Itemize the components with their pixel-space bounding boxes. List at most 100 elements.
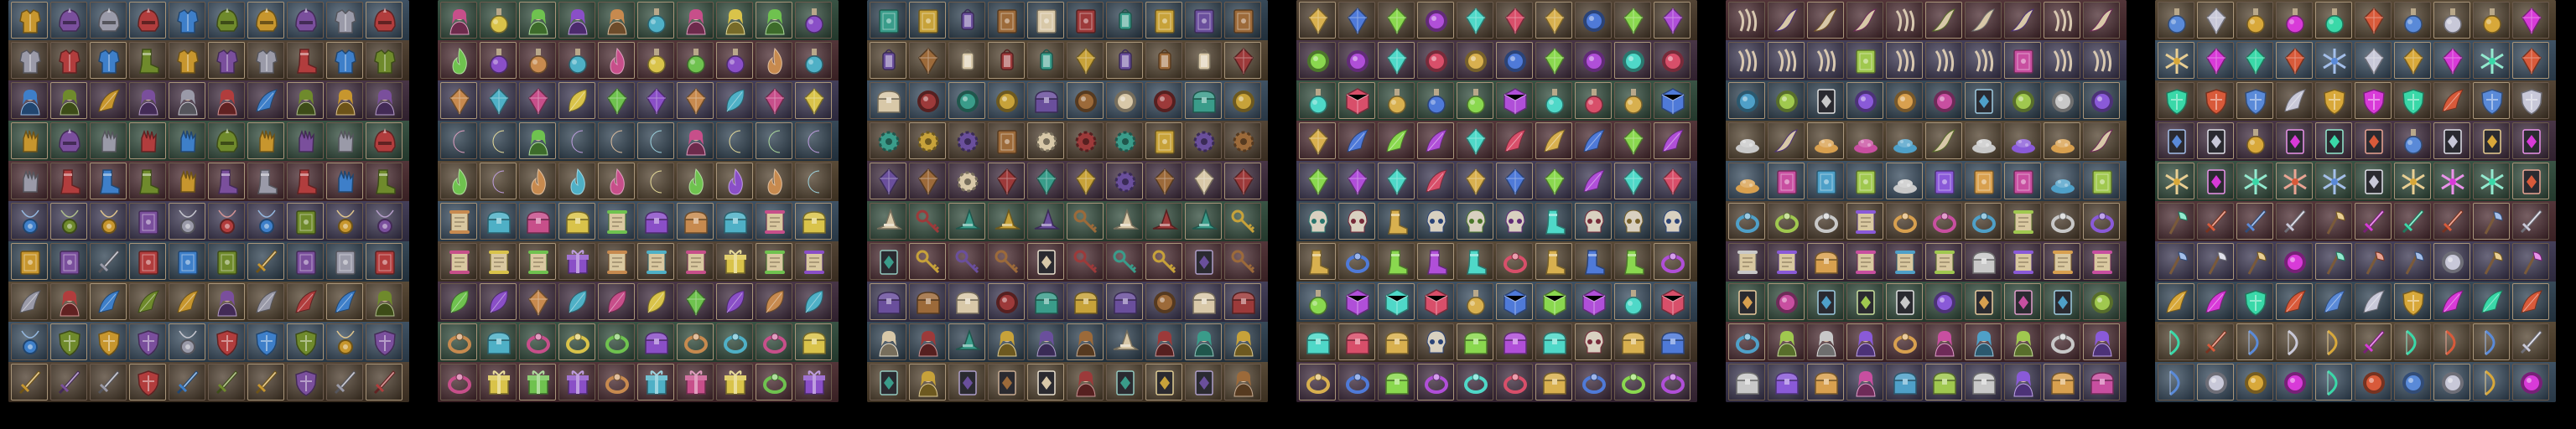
item-slot[interactable] xyxy=(326,283,363,320)
item-slot[interactable] xyxy=(988,364,1025,401)
item-slot[interactable] xyxy=(2355,122,2392,159)
item-slot[interactable] xyxy=(988,323,1025,360)
item-slot[interactable] xyxy=(1535,323,1572,360)
item-slot[interactable] xyxy=(1145,163,1182,199)
item-slot[interactable] xyxy=(677,323,714,360)
item-slot[interactable] xyxy=(1224,364,1261,401)
item-slot[interactable] xyxy=(90,364,127,401)
item-slot[interactable] xyxy=(129,203,166,240)
item-slot[interactable] xyxy=(1614,323,1651,360)
item-slot[interactable] xyxy=(1067,82,1104,119)
item-slot[interactable] xyxy=(716,82,753,119)
item-slot[interactable] xyxy=(440,82,477,119)
item-slot[interactable] xyxy=(247,82,284,119)
item-slot[interactable] xyxy=(870,243,906,280)
item-slot[interactable] xyxy=(1067,364,1104,401)
item-slot[interactable] xyxy=(2004,364,2041,401)
item-slot[interactable] xyxy=(1535,82,1572,119)
item-slot[interactable] xyxy=(2355,364,2392,401)
item-slot[interactable] xyxy=(1145,323,1182,360)
item-slot[interactable] xyxy=(2315,82,2352,119)
item-slot[interactable] xyxy=(129,323,166,360)
item-slot[interactable] xyxy=(1027,82,1064,119)
item-slot[interactable] xyxy=(287,42,324,79)
item-slot[interactable] xyxy=(2276,203,2313,240)
item-slot[interactable] xyxy=(1575,243,1612,280)
item-slot[interactable] xyxy=(1106,283,1143,320)
item-slot[interactable] xyxy=(129,122,166,159)
item-slot[interactable] xyxy=(1106,243,1143,280)
item-slot[interactable] xyxy=(558,42,595,79)
item-slot[interactable] xyxy=(1965,203,2002,240)
item-slot[interactable] xyxy=(909,283,946,320)
item-slot[interactable] xyxy=(1417,243,1454,280)
item-slot[interactable] xyxy=(1654,323,1690,360)
item-slot[interactable] xyxy=(1185,42,1222,79)
item-slot[interactable] xyxy=(1886,243,1923,280)
item-slot[interactable] xyxy=(247,203,284,240)
item-slot[interactable] xyxy=(2394,2,2431,39)
item-slot[interactable] xyxy=(2394,42,2431,79)
item-slot[interactable] xyxy=(1575,364,1612,401)
item-slot[interactable] xyxy=(2004,323,2041,360)
item-slot[interactable] xyxy=(2004,163,2041,199)
item-slot[interactable] xyxy=(2236,323,2273,360)
item-slot[interactable] xyxy=(2315,42,2352,79)
item-slot[interactable] xyxy=(1886,122,1923,159)
item-slot[interactable] xyxy=(2044,323,2080,360)
item-slot[interactable] xyxy=(1417,203,1454,240)
item-slot[interactable] xyxy=(208,203,245,240)
item-slot[interactable] xyxy=(1846,283,1883,320)
item-slot[interactable] xyxy=(1925,203,1962,240)
item-slot[interactable] xyxy=(1654,82,1690,119)
item-slot[interactable] xyxy=(1145,122,1182,159)
item-slot[interactable] xyxy=(50,122,87,159)
item-slot[interactable] xyxy=(948,122,985,159)
item-slot[interactable] xyxy=(909,243,946,280)
item-slot[interactable] xyxy=(1106,42,1143,79)
item-slot[interactable] xyxy=(1535,2,1572,39)
item-slot[interactable] xyxy=(2512,243,2549,280)
item-slot[interactable] xyxy=(519,2,556,39)
item-slot[interactable] xyxy=(1575,42,1612,79)
item-slot[interactable] xyxy=(1614,203,1651,240)
item-slot[interactable] xyxy=(1338,323,1375,360)
item-slot[interactable] xyxy=(637,203,674,240)
item-slot[interactable] xyxy=(1417,364,1454,401)
item-slot[interactable] xyxy=(1886,2,1923,39)
item-slot[interactable] xyxy=(11,203,48,240)
item-slot[interactable] xyxy=(50,243,87,280)
item-slot[interactable] xyxy=(1417,42,1454,79)
item-slot[interactable] xyxy=(2083,82,2120,119)
item-slot[interactable] xyxy=(2512,42,2549,79)
item-slot[interactable] xyxy=(2276,163,2313,199)
item-slot[interactable] xyxy=(1925,364,1962,401)
item-slot[interactable] xyxy=(2355,2,2392,39)
item-slot[interactable] xyxy=(1457,163,1493,199)
item-slot[interactable] xyxy=(2158,82,2194,119)
item-slot[interactable] xyxy=(637,42,674,79)
item-slot[interactable] xyxy=(480,323,517,360)
item-slot[interactable] xyxy=(1965,82,2002,119)
item-slot[interactable] xyxy=(208,42,245,79)
item-slot[interactable] xyxy=(1185,122,1222,159)
item-slot[interactable] xyxy=(1535,122,1572,159)
item-slot[interactable] xyxy=(90,2,127,39)
item-slot[interactable] xyxy=(948,243,985,280)
item-slot[interactable] xyxy=(756,283,792,320)
item-slot[interactable] xyxy=(1417,283,1454,320)
item-slot[interactable] xyxy=(1807,364,1844,401)
item-slot[interactable] xyxy=(1496,283,1533,320)
item-slot[interactable] xyxy=(1027,323,1064,360)
item-slot[interactable] xyxy=(2394,122,2431,159)
item-slot[interactable] xyxy=(366,243,402,280)
item-slot[interactable] xyxy=(2083,42,2120,79)
item-slot[interactable] xyxy=(208,364,245,401)
item-slot[interactable] xyxy=(637,243,674,280)
item-slot[interactable] xyxy=(756,364,792,401)
item-slot[interactable] xyxy=(909,82,946,119)
item-slot[interactable] xyxy=(1145,283,1182,320)
item-slot[interactable] xyxy=(2158,42,2194,79)
item-slot[interactable] xyxy=(1728,42,1765,79)
item-slot[interactable] xyxy=(1067,323,1104,360)
